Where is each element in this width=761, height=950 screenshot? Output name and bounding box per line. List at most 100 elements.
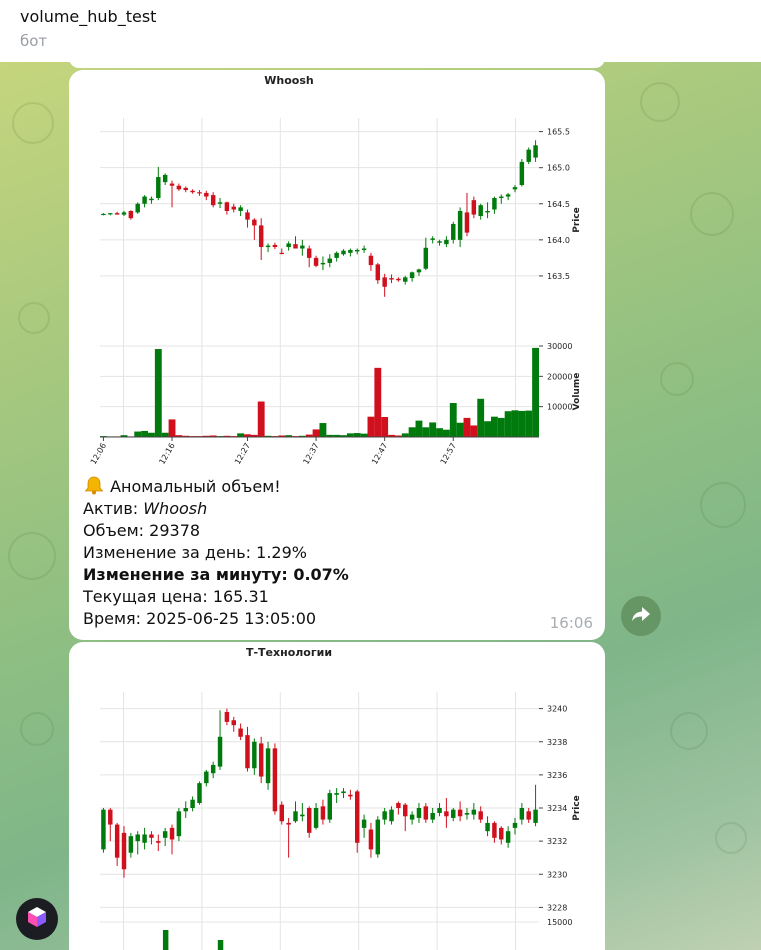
doodle-pattern <box>12 102 54 144</box>
candle-body <box>526 811 531 820</box>
candle-body <box>492 822 497 838</box>
candle-body <box>471 200 477 215</box>
volume-bar <box>429 422 437 437</box>
chart-title: Whoosh <box>264 74 313 87</box>
price-axis-label: Price <box>572 795 582 821</box>
candle-body <box>231 206 236 210</box>
volume-bar <box>346 433 354 437</box>
doodle-pattern <box>715 822 747 854</box>
volume-bar <box>422 427 430 437</box>
candle-body <box>252 219 257 226</box>
message-timestamp: 16:06 <box>549 614 593 632</box>
candle-body <box>478 811 483 820</box>
chat-header[interactable]: volume_hub_test бот <box>0 0 761 62</box>
volume-bar <box>470 425 478 437</box>
candle-body <box>423 247 429 269</box>
cube-icon <box>25 905 49 933</box>
candle-body <box>327 793 333 820</box>
candle-body <box>444 239 449 245</box>
volume-bar <box>312 429 320 437</box>
candle-body <box>492 197 497 210</box>
whoosh-chart[interactable]: Whoosh 163.5 164.0 164.5 165.0 165.5 Price 1000… <box>69 70 605 470</box>
message-bubble[interactable]: Т-Технологии 3228 3230 3232 3234 3236 3238 3240… <box>69 642 605 950</box>
candle-body <box>354 791 360 843</box>
price-tick-label: 3238 <box>547 738 567 747</box>
candle-body <box>505 194 511 197</box>
share-arrow-icon <box>631 605 651 627</box>
candle-body <box>306 808 312 833</box>
candle-body <box>190 190 195 193</box>
candle-body <box>128 836 134 853</box>
volume-bar <box>217 940 224 950</box>
doodle-pattern <box>670 712 708 750</box>
chat-title: volume_hub_test <box>20 7 157 26</box>
volume-bar <box>237 433 245 437</box>
asset-label: Актив: <box>83 499 144 518</box>
volume-bar <box>257 401 265 437</box>
candle-body <box>327 258 333 263</box>
candle-body <box>457 210 463 240</box>
price-tick-label: 165.0 <box>547 164 570 173</box>
candle-body <box>224 202 230 211</box>
volume-tick-label: 10000 <box>547 403 572 412</box>
share-button[interactable] <box>621 596 661 636</box>
candle-body <box>505 831 511 843</box>
app-launcher-button[interactable] <box>16 898 58 940</box>
candle-body <box>348 249 353 253</box>
candle-body <box>464 812 470 815</box>
message-bubble[interactable]: Whoosh 163.5 164.0 164.5 165.0 165.5 Price 1000… <box>69 70 605 640</box>
candle-body <box>252 741 257 769</box>
price-tick-label: 164.0 <box>547 236 570 245</box>
volume-bar <box>456 422 464 437</box>
price-tick-label: 3240 <box>547 705 567 714</box>
candle-body <box>156 841 161 843</box>
doodle-pattern <box>660 362 694 396</box>
minute-change-line: Изменение за минуту: 0.07% <box>83 565 349 584</box>
volume-bar <box>161 432 169 437</box>
chart-title: Т-Технологии <box>246 646 332 659</box>
volume-bar <box>319 423 327 437</box>
price-axis-label: Price <box>572 207 582 233</box>
t-tech-chart[interactable]: Т-Технологии 3228 3230 3232 3234 3236 3238 3240… <box>69 642 605 950</box>
candle-body <box>464 212 470 233</box>
doodle-pattern <box>690 192 734 236</box>
x-tick-label: 12:27 <box>233 442 252 466</box>
candle-body <box>204 192 209 197</box>
doodle-pattern <box>8 532 56 580</box>
candle-body <box>471 809 477 815</box>
candle-body <box>108 809 113 825</box>
candle-body <box>403 804 408 817</box>
candle-body <box>238 207 243 211</box>
volume-bar <box>154 349 162 437</box>
price-tick-label: 163.5 <box>547 272 570 281</box>
candle-body <box>210 195 216 206</box>
candle-body <box>334 252 339 258</box>
day-change-line: Изменение за день: 1.29% <box>83 543 307 562</box>
candle-body <box>444 811 449 817</box>
doodle-pattern <box>20 712 54 746</box>
volume-bar <box>360 433 368 437</box>
volume-bar <box>436 428 443 437</box>
candle-body <box>162 174 168 183</box>
candle-body <box>300 245 305 249</box>
doodle-pattern <box>18 302 50 334</box>
candle-body <box>306 248 312 258</box>
previous-message-bubble <box>69 62 605 68</box>
candle-body <box>512 187 518 190</box>
candle-body <box>457 809 463 817</box>
price-tick-label: 164.5 <box>547 200 570 209</box>
candle-body <box>389 278 394 280</box>
volume-bar <box>477 398 485 437</box>
candle-body <box>437 808 442 813</box>
candle-body <box>135 203 140 213</box>
volume-bar <box>374 367 382 437</box>
chat-background: Whoosh 163.5 164.0 164.5 165.0 165.5 Price 1000… <box>0 62 761 950</box>
candle-body <box>224 711 230 722</box>
candle-body <box>533 145 538 158</box>
volume-bar <box>134 431 142 437</box>
candle-body <box>341 250 346 255</box>
candle-body <box>478 205 483 217</box>
candle-body <box>300 814 305 817</box>
price-tick-label: 3228 <box>547 903 567 912</box>
volume-bar <box>415 420 423 437</box>
